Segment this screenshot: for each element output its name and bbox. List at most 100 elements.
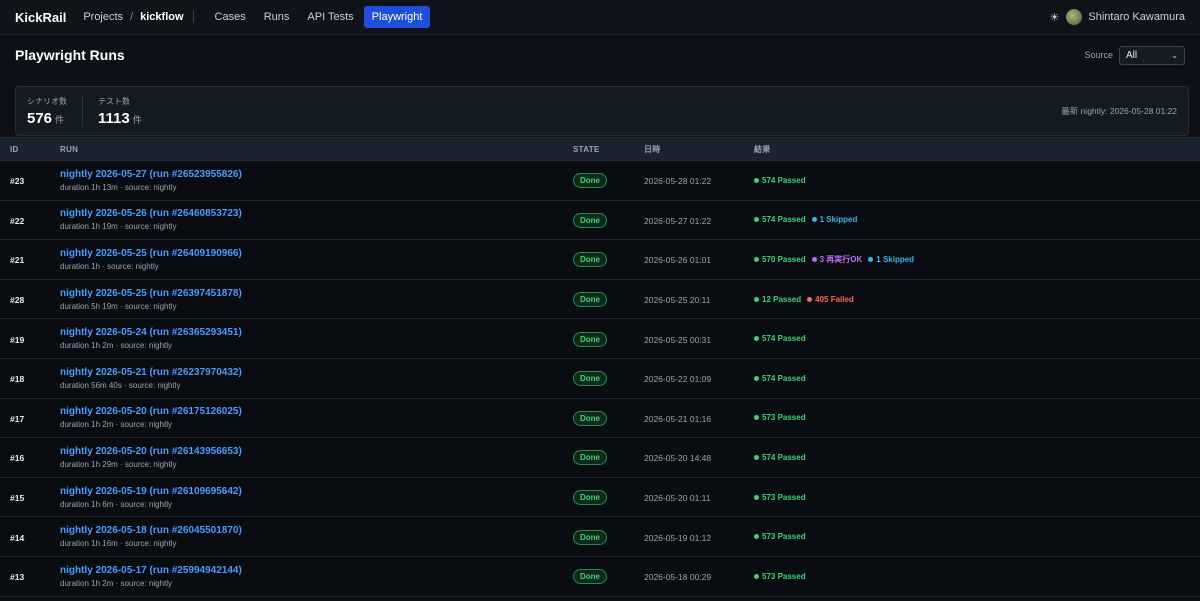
row-run-cell: nightly 2026-05-24 (run #26365293451) dur… xyxy=(60,327,573,350)
table-row[interactable]: #17 nightly 2026-05-20 (run #26175126025)… xyxy=(0,398,1200,439)
result-text: 574 Passed xyxy=(762,175,806,185)
row-date: 2026-05-18 00:29 xyxy=(644,572,712,583)
avatar[interactable] xyxy=(1066,9,1083,25)
run-link[interactable]: nightly 2026-05-20 (run #26143956653) xyxy=(60,446,573,458)
brand-logo[interactable]: KickRail xyxy=(15,10,66,25)
tab-playwright[interactable]: Playwright xyxy=(363,6,431,28)
row-id: #14 xyxy=(10,532,25,543)
theme-toggle-icon[interactable]: ☀ xyxy=(1050,11,1060,24)
source-select[interactable]: All ⌄ xyxy=(1119,45,1185,65)
tab-api-tests[interactable]: API Tests xyxy=(299,6,361,28)
run-link[interactable]: nightly 2026-05-25 (run #26397451878) xyxy=(60,288,573,300)
row-result-cell: 570 Passed 3 再実行OK 1 Skipped xyxy=(754,254,1200,265)
col-header-run[interactable]: RUN xyxy=(60,145,573,154)
row-result-cell: 573 Passed xyxy=(754,493,1200,502)
table-row[interactable]: #21 nightly 2026-05-25 (run #26409190966)… xyxy=(0,240,1200,280)
projects-link[interactable]: Projects xyxy=(83,11,123,23)
row-state-cell: Done xyxy=(573,529,644,545)
table-row[interactable]: #15 nightly 2026-05-19 (run #26109695642)… xyxy=(0,477,1200,518)
result-text: 574 Passed xyxy=(762,334,806,344)
col-header-result[interactable]: 結果 xyxy=(754,144,1200,155)
tab-runs[interactable]: Runs xyxy=(256,6,298,28)
run-meta: duration 1h 6m · source: nightly xyxy=(60,499,173,509)
user-name[interactable]: Shintaro Kawamura xyxy=(1088,11,1185,23)
status-badge: Done xyxy=(573,410,607,426)
row-date: 2026-05-22 01:09 xyxy=(644,374,712,385)
result-passed: 12 Passed xyxy=(754,295,801,304)
result-text: 570 Passed xyxy=(762,254,806,264)
row-id-cell: #16 xyxy=(0,450,60,464)
result-text: 1 Skipped xyxy=(819,215,858,225)
row-id: #28 xyxy=(10,295,25,306)
row-result-cell: 574 Passed 1 Skipped xyxy=(754,215,1200,224)
row-run-cell: nightly 2026-05-18 (run #26045501870) dur… xyxy=(60,525,573,548)
status-badge: Done xyxy=(573,490,607,506)
col-header-id[interactable]: ID xyxy=(0,145,60,154)
row-run-cell: nightly 2026-05-27 (run #26523955826) dur… xyxy=(60,169,573,192)
col-header-state[interactable]: STATE xyxy=(573,145,644,154)
table-row[interactable]: #14 nightly 2026-05-18 (run #26045501870)… xyxy=(0,517,1200,557)
table-row[interactable]: #19 nightly 2026-05-24 (run #26365293451)… xyxy=(0,319,1200,359)
row-date-cell: 2026-05-25 00:31 xyxy=(644,332,754,346)
row-run-cell: nightly 2026-05-17 (run #25994942144) dur… xyxy=(60,565,573,588)
row-id-cell: #18 xyxy=(0,371,60,385)
table-row[interactable]: #28 nightly 2026-05-25 (run #26397451878)… xyxy=(0,279,1200,320)
table-row[interactable]: #22 nightly 2026-05-26 (run #26460853723)… xyxy=(0,200,1200,241)
run-meta: duration 56m 40s · source: nightly xyxy=(60,380,181,390)
result-passed: 573 Passed xyxy=(754,532,806,541)
run-link[interactable]: nightly 2026-05-27 (run #26523955826) xyxy=(60,169,573,181)
table-row[interactable]: #16 nightly 2026-05-20 (run #26143956653)… xyxy=(0,438,1200,478)
run-link[interactable]: nightly 2026-05-17 (run #25994942144) xyxy=(60,565,573,577)
scenario-count-unit: 件 xyxy=(55,114,65,125)
run-link[interactable]: nightly 2026-05-18 (run #26045501870) xyxy=(60,525,573,537)
result-passed: 574 Passed xyxy=(754,334,806,343)
status-badge: Done xyxy=(573,569,607,585)
row-state-cell: Done xyxy=(573,568,644,585)
status-dot-icon xyxy=(754,415,759,421)
scenario-count-number: 576 xyxy=(27,109,53,127)
result-passed: 574 Passed xyxy=(754,453,806,462)
row-id-cell: #15 xyxy=(0,490,60,504)
run-meta: duration 5h 19m · source: nightly xyxy=(60,301,177,311)
status-dot-icon xyxy=(811,256,817,262)
row-id-cell: #19 xyxy=(0,332,60,346)
row-id: #15 xyxy=(10,493,25,504)
run-link[interactable]: nightly 2026-05-19 (run #26109695642) xyxy=(60,486,573,498)
run-link[interactable]: nightly 2026-05-24 (run #26365293451) xyxy=(60,327,573,339)
row-id: #22 xyxy=(10,215,25,226)
table-row[interactable]: #23 nightly 2026-05-27 (run #26523955826)… xyxy=(0,161,1200,201)
status-dot-icon xyxy=(754,336,759,342)
status-badge: Done xyxy=(573,173,607,189)
result-text: 573 Passed xyxy=(762,492,806,502)
status-badge: Done xyxy=(573,252,607,268)
tab-cases[interactable]: Cases xyxy=(207,6,254,28)
table-row[interactable]: #13 nightly 2026-05-17 (run #25994942144)… xyxy=(0,556,1200,597)
row-date: 2026-05-27 01:22 xyxy=(644,215,712,226)
run-link[interactable]: nightly 2026-05-20 (run #26175126025) xyxy=(60,406,573,418)
row-id-cell: #14 xyxy=(0,530,60,544)
scenario-stat: シナリオ数 576 件 xyxy=(27,96,67,127)
col-header-date[interactable]: 日時 xyxy=(644,144,754,155)
run-link[interactable]: nightly 2026-05-25 (run #26409190966) xyxy=(60,248,573,260)
status-dot-icon xyxy=(754,375,759,381)
chevron-down-icon: ⌄ xyxy=(1171,50,1178,60)
result-text: 574 Passed xyxy=(762,452,806,462)
test-count-unit: 件 xyxy=(132,114,142,125)
status-dot-icon xyxy=(754,494,759,500)
table-row[interactable]: #18 nightly 2026-05-21 (run #26237970432)… xyxy=(0,358,1200,399)
result-text: 574 Passed xyxy=(762,215,806,225)
row-id: #21 xyxy=(10,255,25,266)
result-text: 574 Passed xyxy=(762,373,806,383)
row-run-cell: nightly 2026-05-21 (run #26237970432) dur… xyxy=(60,367,573,390)
row-state-cell: Done xyxy=(573,410,644,426)
test-count-number: 1113 xyxy=(98,109,130,127)
page-title: Playwright Runs xyxy=(15,47,125,63)
row-id-cell: #22 xyxy=(0,213,60,227)
row-id: #13 xyxy=(10,572,25,583)
status-dot-icon xyxy=(754,177,759,183)
summary-card: シナリオ数 576 件 テスト数 1113 件 最新 nightly: 2026-0… xyxy=(15,86,1189,136)
row-date: 2026-05-20 01:11 xyxy=(644,493,711,504)
run-link[interactable]: nightly 2026-05-26 (run #26460853723) xyxy=(60,208,573,220)
run-link[interactable]: nightly 2026-05-21 (run #26237970432) xyxy=(60,367,573,379)
project-name[interactable]: kickflow xyxy=(140,11,183,23)
